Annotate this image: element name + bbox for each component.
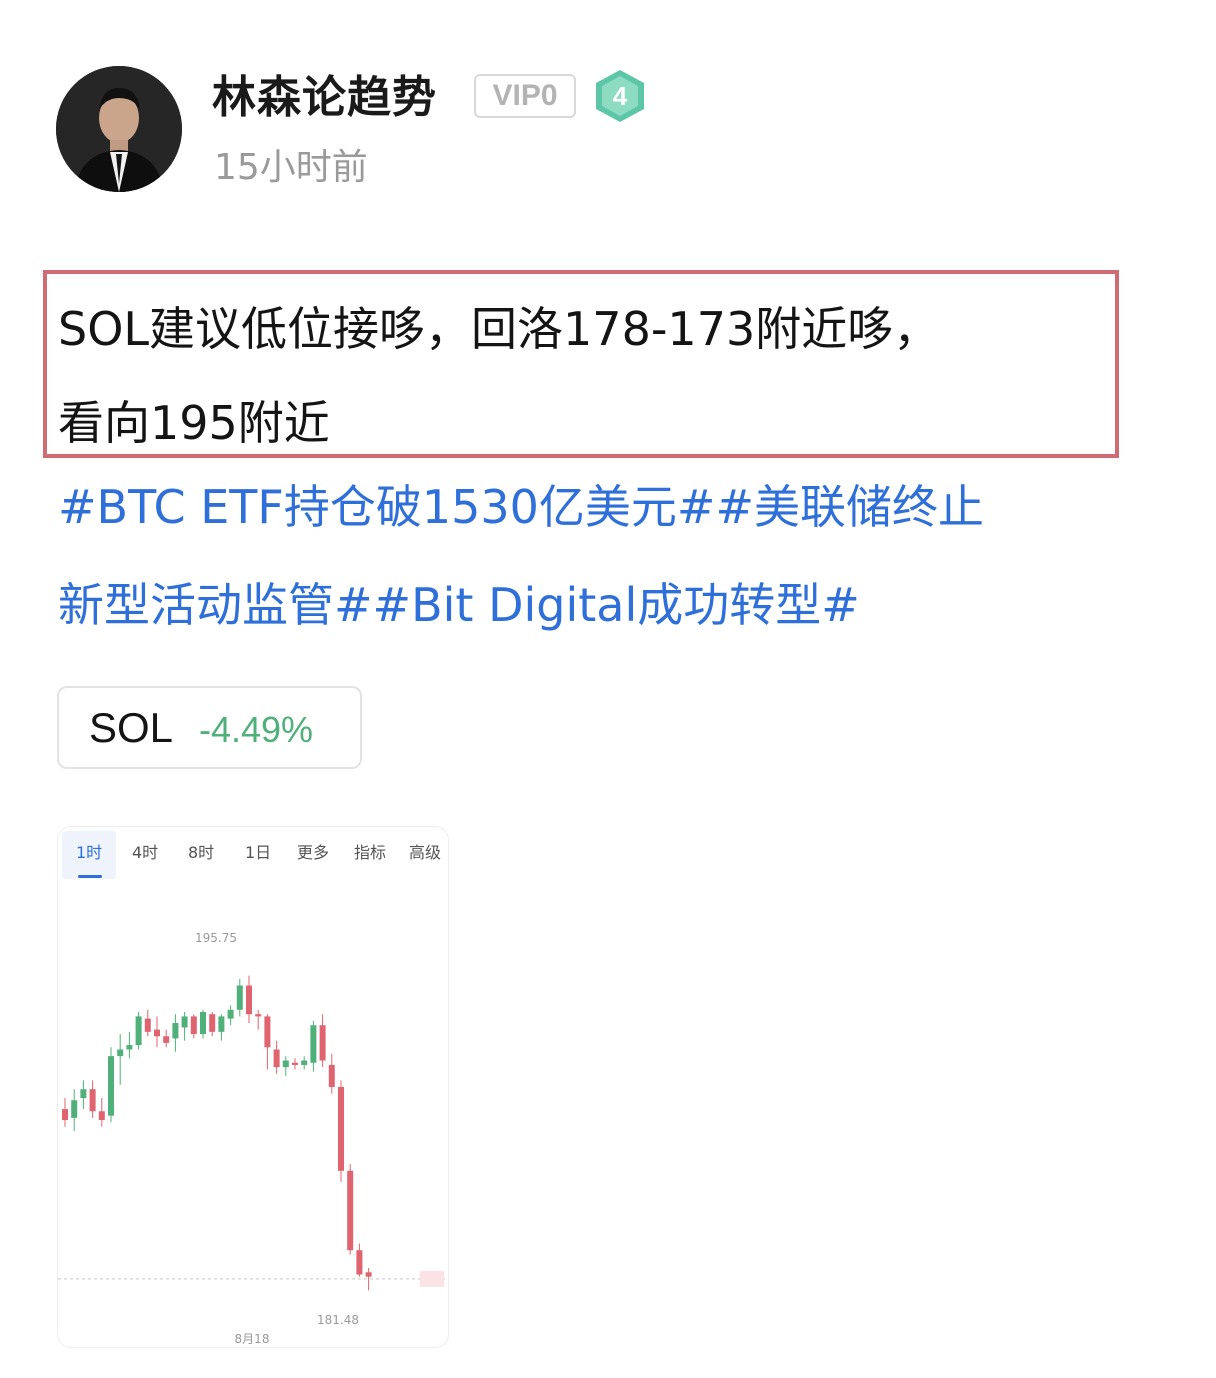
candle-body (236, 985, 243, 1010)
tab-4h[interactable]: 4时 (132, 843, 158, 863)
candle-body (172, 1023, 179, 1039)
candle-body (209, 1014, 216, 1032)
post-time: 15小时前 (214, 147, 368, 188)
candle-body (319, 1025, 326, 1061)
candle-body (80, 1089, 87, 1099)
candle-body (200, 1011, 206, 1035)
candle-body (154, 1029, 160, 1037)
candle-body (190, 1016, 197, 1035)
candle-body (264, 1016, 271, 1048)
post-body-line: 看向195附近 (58, 396, 330, 450)
candle-body (108, 1056, 114, 1116)
tab-1d[interactable]: 1日 (245, 843, 271, 863)
candle-body (181, 1016, 188, 1028)
candle-body (135, 1016, 142, 1046)
tab-1h[interactable]: 1时 (76, 843, 102, 863)
tab-8h[interactable]: 8时 (188, 843, 214, 863)
candle-body (117, 1049, 124, 1057)
candle-body (301, 1060, 308, 1065)
coin-change: -4.49% (199, 709, 314, 750)
candle-body (163, 1036, 170, 1043)
candle-body (144, 1018, 151, 1032)
author-name[interactable]: 林森论趋势 (212, 70, 437, 126)
low-price-label: 181.48 (317, 1313, 359, 1327)
tab-indicators[interactable]: 指标 (354, 843, 386, 863)
author-avatar[interactable] (56, 66, 182, 192)
post-body: SOL建议低位接哆，回洛178-173附近哆， 看向195附近 (58, 282, 1118, 470)
candle-body (89, 1089, 96, 1112)
candlestick-chart[interactable]: 195.75 181.48 8月18 (58, 879, 448, 1347)
candle-body (282, 1060, 289, 1068)
avatar-image (56, 66, 182, 192)
candle-body (71, 1100, 78, 1118)
hashtag-line[interactable]: 新型活动监管##Bit Digital成功转型# (58, 556, 1168, 654)
candle-body (62, 1109, 68, 1121)
tab-more[interactable]: 更多 (297, 843, 329, 863)
candle-body (255, 1014, 262, 1017)
candle-body (347, 1170, 354, 1251)
candles-layer (62, 975, 372, 1291)
candle-body (218, 1016, 225, 1032)
candle-body (273, 1049, 280, 1068)
high-price-label: 195.75 (195, 931, 237, 945)
candle-body (365, 1272, 372, 1277)
level-number: 4 (612, 81, 628, 111)
level-badge: 4 (594, 68, 646, 124)
candle-body (98, 1111, 105, 1121)
current-price-tag (420, 1270, 444, 1287)
vip-badge: VIP0 (474, 74, 576, 118)
active-tab-underline (78, 875, 102, 878)
post-hashtags[interactable]: #BTC ETF持仓破1530亿美元##美联储终止 新型活动监管##Bit Di… (58, 458, 1168, 654)
chart-timeframe-tabs: 1时 4时 8时 1日 更多 指标 高级 (58, 827, 448, 879)
post-body-line: SOL建议低位接哆，回洛178-173附近哆， (58, 302, 940, 356)
coin-chip[interactable]: SOL -4.49% (57, 686, 362, 769)
candle-body (356, 1250, 363, 1275)
x-axis-date-label: 8月18 (235, 1332, 270, 1346)
candle-body (126, 1045, 133, 1050)
candle-body (310, 1025, 317, 1063)
candle-body (328, 1064, 335, 1087)
candle-body (227, 1009, 234, 1019)
chart-card[interactable]: 1时 4时 8时 1日 更多 指标 高级 195.75 181.48 8月18 (57, 826, 449, 1348)
candle-body (246, 985, 252, 1015)
coin-symbol: SOL (89, 704, 174, 751)
hashtag-line[interactable]: #BTC ETF持仓破1530亿美元##美联储终止 (58, 458, 1168, 556)
candle-body (338, 1086, 344, 1171)
tab-advanced[interactable]: 高级 (409, 843, 441, 863)
candle-body (292, 1062, 298, 1065)
